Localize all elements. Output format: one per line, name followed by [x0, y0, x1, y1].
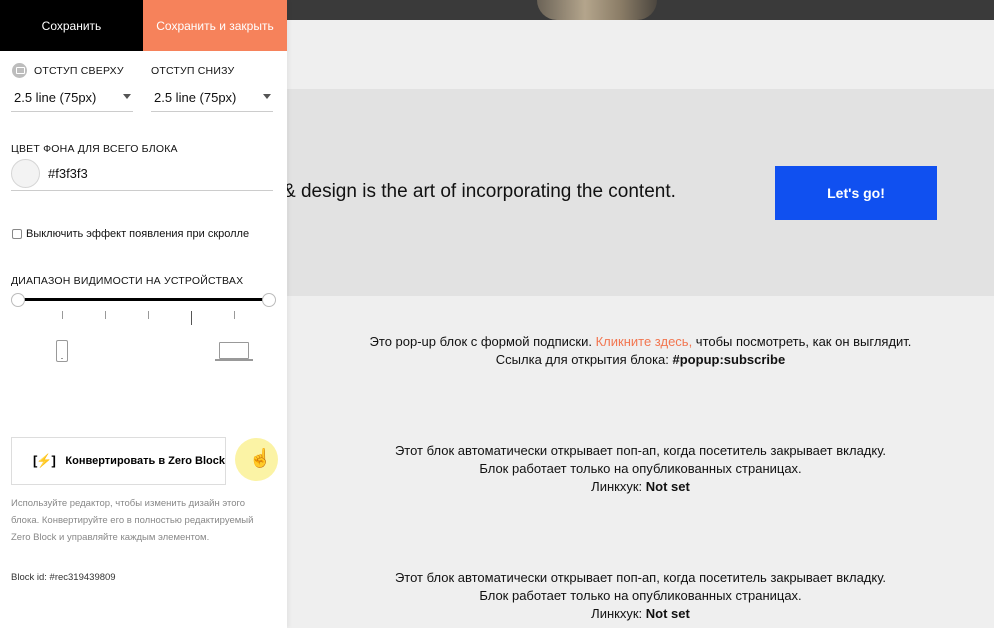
zero-block-icon: [⚡]: [33, 453, 56, 468]
popup-info-line-1: Это pop-up блок с формой подписки. Кликн…: [369, 334, 912, 349]
phone-icon: [56, 340, 68, 362]
page-preview: & design is the art of incorporating the…: [283, 0, 994, 628]
hand-pointer-icon: ☝: [249, 448, 272, 468]
padding-bottom-label: ОТСТУП СНИЗУ: [151, 65, 235, 77]
cta-button[interactable]: Let's go!: [775, 166, 937, 220]
visibility-range-slider[interactable]: [18, 298, 269, 301]
disable-scroll-effect-label[interactable]: Выключить эффект появления при скролле: [26, 228, 249, 240]
slider-tick: [234, 311, 235, 319]
disable-scroll-effect-checkbox[interactable]: [12, 229, 22, 239]
exit-popup-info-2: Этот блок автоматически открывает поп-ап…: [394, 570, 887, 621]
popup-hook: #popup:subscribe: [672, 352, 786, 367]
padding-bottom-select[interactable]: 2.5 line (75px): [151, 86, 273, 112]
popup-info-line-2: Ссылка для открытия блока: #popup:subscr…: [495, 352, 786, 367]
popup-preview-link[interactable]: Кликните здесь,: [596, 334, 693, 349]
chevron-down-icon: [123, 94, 131, 99]
slider-tick: [148, 311, 149, 319]
zero-block-help-text: Используйте редактор, чтобы изменить диз…: [11, 498, 254, 543]
slider-tick: [105, 311, 106, 319]
convert-zero-block-button[interactable]: [⚡] Конвертировать в Zero Block: [11, 437, 226, 485]
laptop-icon: [215, 342, 253, 362]
exit-popup-info-1: Этот блок автоматически открывает поп-ап…: [394, 443, 887, 494]
cta-block[interactable]: & design is the art of incorporating the…: [283, 89, 994, 296]
popup-info: Это pop-up блок с формой подписки. Кликн…: [287, 333, 994, 369]
bg-color-field[interactable]: #f3f3f3: [11, 158, 273, 191]
slider-tick: [191, 311, 192, 325]
save-button[interactable]: Сохранить: [0, 0, 143, 51]
padding-top-select[interactable]: 2.5 line (75px): [11, 86, 133, 112]
bg-color-value[interactable]: #f3f3f3: [48, 166, 88, 181]
visibility-range-label: ДИАПАЗОН ВИДИМОСТИ НА УСТРОЙСТВАХ: [11, 275, 244, 287]
cover-image: [287, 0, 994, 20]
slider-min-handle[interactable]: [11, 293, 25, 307]
cta-text: & design is the art of incorporating the…: [283, 181, 676, 202]
bg-color-label: ЦВЕТ ФОНА ДЛЯ ВСЕГО БЛОКА: [11, 143, 178, 155]
block-id: Block id: #rec319439809: [11, 572, 116, 583]
padding-top-label: ОТСТУП СВЕРХУ: [34, 65, 124, 77]
color-swatch[interactable]: [11, 159, 40, 188]
settings-panel: Сохранить Сохранить и закрыть ОТСТУП СВЕ…: [0, 0, 287, 628]
monitor-icon[interactable]: [12, 63, 27, 78]
chevron-down-icon: [263, 94, 271, 99]
slider-max-handle[interactable]: [262, 293, 276, 307]
convert-zero-block-label: Конвертировать в Zero Block: [65, 455, 225, 467]
save-and-close-button[interactable]: Сохранить и закрыть: [143, 0, 287, 51]
slider-tick: [62, 311, 63, 319]
cover-object: [537, 0, 657, 20]
